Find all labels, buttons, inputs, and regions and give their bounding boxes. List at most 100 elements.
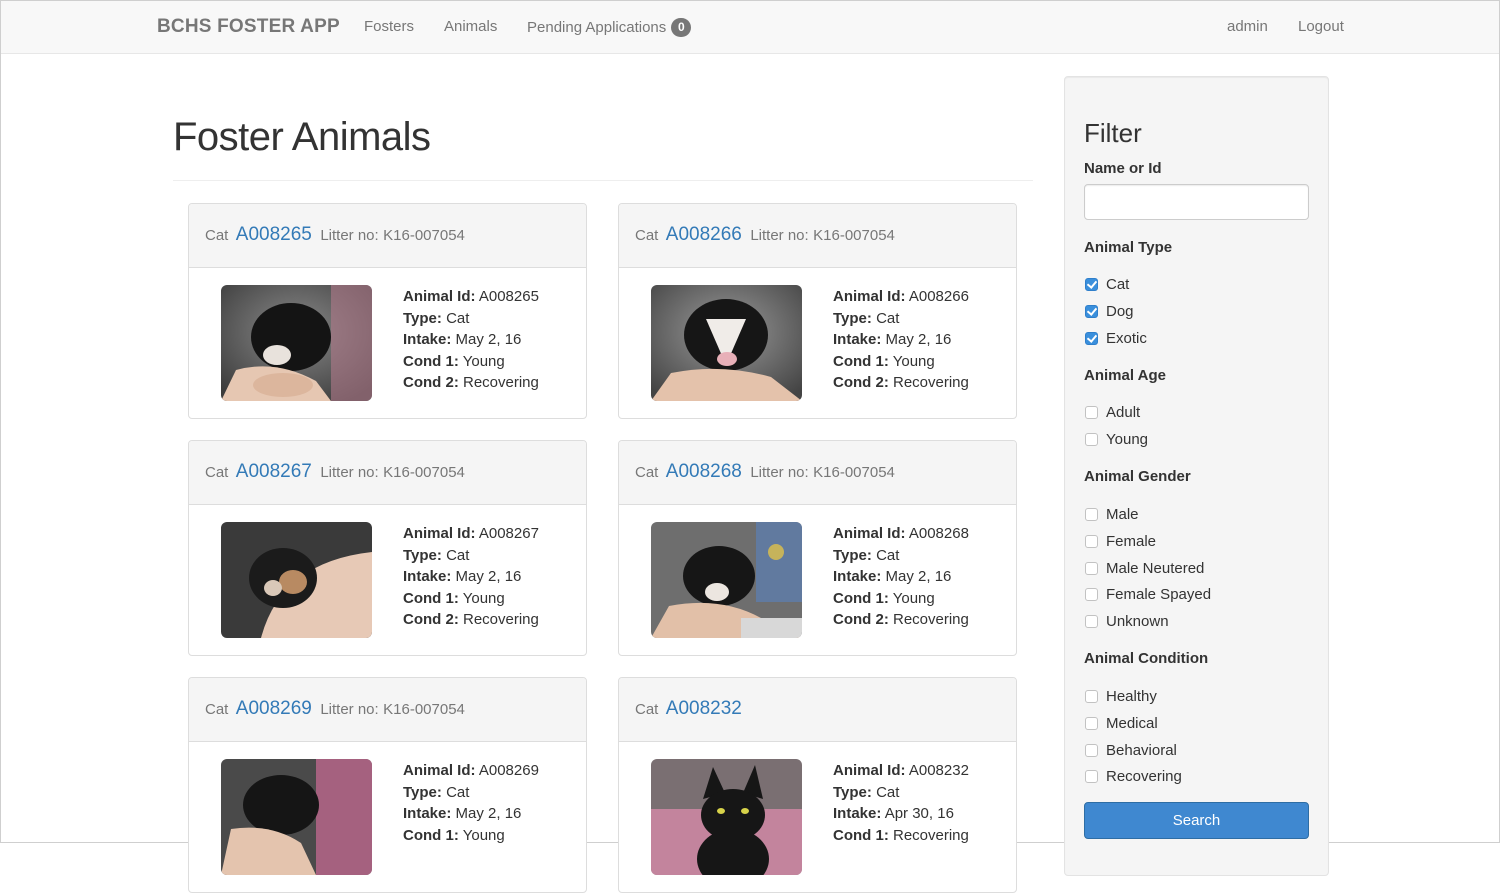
cond2-label: Cond 2: xyxy=(833,374,889,391)
intake-label: Intake: xyxy=(403,331,452,348)
intake-value: May 2, 16 xyxy=(885,331,952,348)
checkbox-unknown[interactable]: Unknown xyxy=(1085,612,1169,630)
checkbox-unchecked-icon xyxy=(1085,743,1098,757)
pending-count-badge: 0 xyxy=(671,18,692,37)
cond2-label: Cond 2: xyxy=(833,611,889,628)
checkbox-medical[interactable]: Medical xyxy=(1085,714,1158,732)
animal-id-value: A008265 xyxy=(478,288,539,305)
cond1-value: Young xyxy=(892,589,935,607)
card-litter-label: Litter no: xyxy=(750,227,809,244)
intake-value: May 2, 16 xyxy=(455,568,522,585)
card-type: Cat xyxy=(205,227,229,244)
animal-info: Animal Id: A008268 Type: Cat Intake: May… xyxy=(833,523,969,631)
card-header: Cat A008269 Litter no: K16-007054 xyxy=(189,678,586,742)
card-litter-label: Litter no: xyxy=(320,464,379,481)
animal-id-label: Animal Id: xyxy=(403,288,476,305)
cond1-value: Young xyxy=(892,352,935,370)
card-id-link[interactable]: A008267 xyxy=(236,461,312,482)
checkbox-behavioral[interactable]: Behavioral xyxy=(1085,741,1177,759)
checkbox-female-spayed[interactable]: Female Spayed xyxy=(1085,585,1211,603)
cond1-value: Young xyxy=(462,589,505,607)
animal-photo[interactable] xyxy=(221,285,372,401)
checkbox-unchecked-icon xyxy=(1085,561,1098,575)
animal-info: Animal Id: A008267 Type: Cat Intake: May… xyxy=(403,523,539,631)
brand-link[interactable]: BCHS FOSTER APP xyxy=(157,16,340,38)
nav-pending-applications[interactable]: Pending Applications 0 xyxy=(527,18,692,37)
card-type: Cat xyxy=(635,227,659,244)
cond1-label: Cond 1: xyxy=(833,589,889,607)
cond2-label: Cond 2: xyxy=(403,374,459,391)
animal-photo[interactable] xyxy=(651,285,802,401)
checkbox-unchecked-icon xyxy=(1085,769,1098,783)
card-type: Cat xyxy=(635,701,659,718)
animal-card: Cat A008232 Animal Id: A008232 Type: Cat… xyxy=(618,677,1017,893)
page-title: Foster Animals xyxy=(173,115,431,159)
intake-value: May 2, 16 xyxy=(885,568,952,585)
checkbox-dog[interactable]: Dog xyxy=(1085,302,1134,320)
type-label: Type: xyxy=(403,783,442,801)
checkbox-unchecked-icon xyxy=(1085,507,1098,521)
animal-photo[interactable] xyxy=(651,759,802,875)
animal-photo[interactable] xyxy=(651,522,802,638)
search-button[interactable]: Search xyxy=(1084,802,1309,839)
nav-logout[interactable]: Logout xyxy=(1298,18,1344,35)
cond2-value: Recovering xyxy=(463,374,539,391)
card-header: Cat A008232 xyxy=(619,678,1016,742)
card-litter-label: Litter no: xyxy=(320,701,379,718)
animal-gender-label: Animal Gender xyxy=(1084,468,1191,485)
card-header: Cat A008265 Litter no: K16-007054 xyxy=(189,204,586,268)
checkbox-exotic[interactable]: Exotic xyxy=(1085,329,1147,347)
animal-photo[interactable] xyxy=(221,522,372,638)
animal-info: Animal Id: A008266 Type: Cat Intake: May… xyxy=(833,286,969,394)
card-header: Cat A008266 Litter no: K16-007054 xyxy=(619,204,1016,268)
name-or-id-input[interactable] xyxy=(1084,184,1309,220)
animal-card: Cat A008265 Litter no: K16-007054 Animal… xyxy=(188,203,587,419)
nav-fosters[interactable]: Fosters xyxy=(364,18,414,35)
animal-info: Animal Id: A008232 Type: Cat Intake: Apr… xyxy=(833,760,969,846)
animal-id-label: Animal Id: xyxy=(403,525,476,542)
checkbox-cat[interactable]: Cat xyxy=(1085,275,1129,293)
card-id-link[interactable]: A008266 xyxy=(666,224,742,245)
intake-label: Intake: xyxy=(403,568,452,585)
card-type: Cat xyxy=(635,464,659,481)
animal-photo[interactable] xyxy=(221,759,372,875)
type-value: Cat xyxy=(876,546,900,564)
checkbox-checked-icon xyxy=(1085,277,1098,291)
nav-admin[interactable]: admin xyxy=(1227,18,1268,35)
checkbox-unchecked-icon xyxy=(1085,432,1098,446)
card-id-link[interactable]: A008268 xyxy=(666,461,742,482)
checkbox-male-neutered[interactable]: Male Neutered xyxy=(1085,559,1204,577)
intake-value: Apr 30, 16 xyxy=(884,805,954,822)
checkbox-unchecked-icon xyxy=(1085,689,1098,703)
type-value: Cat xyxy=(876,783,900,801)
checkbox-male[interactable]: Male xyxy=(1085,505,1139,523)
checkbox-recovering[interactable]: Recovering xyxy=(1085,767,1182,785)
card-type: Cat xyxy=(205,464,229,481)
checkbox-checked-icon xyxy=(1085,304,1098,318)
checkbox-adult[interactable]: Adult xyxy=(1085,403,1140,421)
navbar: BCHS FOSTER APP Fosters Animals Pending … xyxy=(1,1,1499,54)
cond2-value: Recovering xyxy=(463,611,539,628)
checkbox-healthy[interactable]: Healthy xyxy=(1085,687,1157,705)
animal-card: Cat A008269 Litter no: K16-007054 Animal… xyxy=(188,677,587,893)
checkbox-unchecked-icon xyxy=(1085,716,1098,730)
animal-card: Cat A008268 Litter no: K16-007054 Animal… xyxy=(618,440,1017,656)
card-id-link[interactable]: A008265 xyxy=(236,224,312,245)
card-id-link[interactable]: A008232 xyxy=(666,698,742,719)
name-or-id-label: Name or Id xyxy=(1084,160,1162,177)
checkbox-young[interactable]: Young xyxy=(1085,430,1148,448)
nav-animals[interactable]: Animals xyxy=(444,18,497,35)
intake-label: Intake: xyxy=(833,331,882,348)
cond1-label: Cond 1: xyxy=(403,352,459,370)
type-label: Type: xyxy=(833,309,872,327)
animal-id-value: A008232 xyxy=(908,762,969,779)
card-litter-number: K16-007054 xyxy=(383,227,465,244)
cond1-label: Cond 1: xyxy=(833,352,889,370)
cond2-label: Cond 2: xyxy=(403,611,459,628)
card-type: Cat xyxy=(205,701,229,718)
checkbox-female[interactable]: Female xyxy=(1085,532,1156,550)
animal-condition-label: Animal Condition xyxy=(1084,650,1209,667)
card-id-link[interactable]: A008269 xyxy=(236,698,312,719)
animal-id-value: A008269 xyxy=(478,762,539,779)
animal-id-label: Animal Id: xyxy=(833,525,906,542)
